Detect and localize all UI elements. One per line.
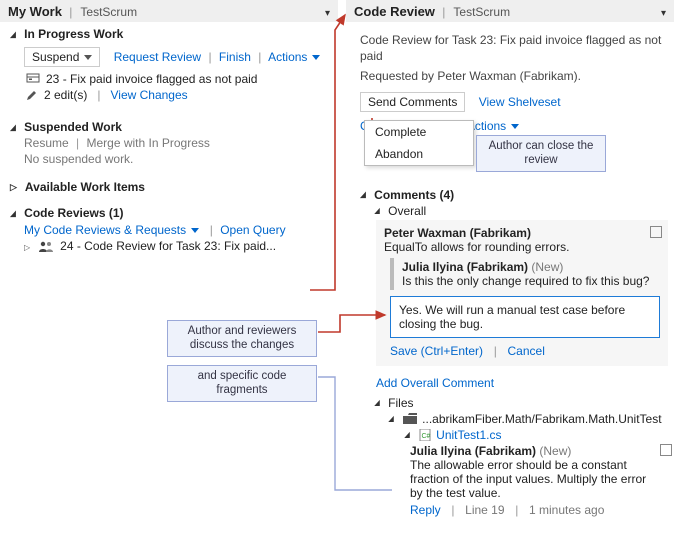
section-available[interactable]: Available Work Items bbox=[10, 180, 332, 194]
add-overall-comment-link[interactable]: Add Overall Comment bbox=[376, 376, 494, 390]
suspend-button[interactable]: Suspend bbox=[24, 47, 100, 67]
callout-close: Author can close the review bbox=[476, 135, 606, 172]
callout-fragments: and specific code fragments bbox=[167, 365, 317, 402]
my-work-header: My Work |TestScrum ▾ bbox=[0, 0, 338, 23]
send-comments-button[interactable]: Send Comments bbox=[360, 92, 465, 112]
resume-link: Resume bbox=[24, 136, 69, 150]
reply-textarea[interactable]: Yes. We will run a manual test case befo… bbox=[390, 296, 660, 338]
comment-author: Peter Waxman (Fabrikam) bbox=[384, 226, 531, 240]
expand-icon[interactable] bbox=[24, 239, 32, 253]
cancel-reply-link[interactable]: Cancel bbox=[508, 344, 545, 358]
workspace-name-right: TestScrum bbox=[453, 5, 510, 19]
code-review-title: Code Review bbox=[354, 4, 435, 19]
csharp-file-icon: C# bbox=[419, 429, 431, 441]
expand-icon[interactable] bbox=[404, 430, 414, 439]
new-badge: (New) bbox=[539, 444, 571, 458]
my-work-title: My Work bbox=[8, 4, 62, 19]
finish-link[interactable]: Finish bbox=[219, 50, 251, 64]
section-suspended[interactable]: Suspended Work bbox=[10, 120, 332, 134]
merge-link: Merge with In Progress bbox=[87, 136, 210, 150]
reply-comment-text: Is this the only change required to fix … bbox=[402, 274, 660, 288]
workspace-name: TestScrum bbox=[80, 5, 137, 19]
code-review-panel: Code Review |TestScrum ▾ Code Review for… bbox=[346, 0, 674, 521]
reply-link[interactable]: Reply bbox=[410, 503, 441, 517]
section-code-reviews[interactable]: Code Reviews (1) bbox=[10, 206, 332, 220]
file-comment-text: The allowable error should be a constant… bbox=[410, 458, 660, 500]
task-icon bbox=[26, 73, 40, 85]
code-review-icon bbox=[38, 240, 54, 252]
new-badge: (New) bbox=[531, 260, 563, 274]
pencil-icon bbox=[26, 89, 38, 101]
section-in-progress[interactable]: In Progress Work bbox=[10, 27, 332, 41]
request-review-link[interactable]: Request Review bbox=[114, 50, 201, 64]
view-changes-link[interactable]: View Changes bbox=[110, 88, 187, 102]
review-requester: Requested by Peter Waxman (Fabrikam). bbox=[360, 68, 668, 84]
review-item[interactable]: 24 - Code Review for Task 23: Fix paid..… bbox=[60, 239, 276, 253]
overall-heading[interactable]: Overall bbox=[374, 204, 668, 218]
code-review-header: Code Review |TestScrum ▾ bbox=[346, 0, 674, 23]
review-description: Code Review for Task 23: Fix paid invoic… bbox=[360, 32, 668, 64]
resolve-checkbox[interactable] bbox=[650, 226, 662, 238]
suspended-empty: No suspended work. bbox=[24, 152, 332, 166]
callout-discuss: Author and reviewers discuss the changes bbox=[167, 320, 317, 357]
file-comment-author: Julia Ilyina (Fabrikam) bbox=[410, 444, 536, 458]
close-review-dropdown: Complete Abandon bbox=[364, 120, 474, 166]
reply-author: Julia Ilyina (Fabrikam) bbox=[402, 260, 528, 274]
edits-count: 2 edit(s) bbox=[44, 88, 87, 102]
panel-menu-icon[interactable]: ▾ bbox=[661, 8, 666, 19]
open-query-link[interactable]: Open Query bbox=[220, 223, 285, 237]
svg-text:C#: C# bbox=[422, 433, 431, 440]
my-reviews-link[interactable]: My Code Reviews & Requests bbox=[24, 223, 199, 237]
timestamp: 1 minutes ago bbox=[529, 503, 604, 517]
panel-menu-icon[interactable]: ▾ bbox=[325, 8, 330, 19]
folder-path[interactable]: ...abrikamFiber.Math/Fabrikam.Math.UnitT… bbox=[422, 412, 661, 426]
file-link[interactable]: UnitTest1.cs bbox=[436, 428, 501, 442]
menu-complete[interactable]: Complete bbox=[365, 121, 473, 143]
file-comment: Julia Ilyina (Fabrikam) (New) The allowa… bbox=[410, 444, 668, 517]
my-work-panel: My Work |TestScrum ▾ In Progress Work Su… bbox=[0, 0, 338, 257]
folder-icon bbox=[403, 413, 417, 424]
actions-menu[interactable]: Actions bbox=[467, 119, 519, 133]
work-item[interactable]: 23 - Fix paid invoice flagged as not pai… bbox=[46, 72, 257, 86]
resolve-checkbox[interactable] bbox=[660, 444, 672, 456]
expand-icon[interactable] bbox=[388, 414, 398, 423]
comment-text: EqualTo allows for rounding errors. bbox=[384, 240, 660, 254]
menu-abandon[interactable]: Abandon bbox=[365, 143, 473, 165]
comments-heading[interactable]: Comments (4) bbox=[360, 188, 668, 202]
overall-comment-block: Peter Waxman (Fabrikam) EqualTo allows f… bbox=[376, 220, 668, 366]
view-shelveset-link[interactable]: View Shelveset bbox=[479, 95, 561, 109]
actions-link[interactable]: Actions bbox=[268, 50, 320, 64]
save-reply-link[interactable]: Save (Ctrl+Enter) bbox=[390, 344, 483, 358]
files-heading[interactable]: Files bbox=[374, 396, 668, 410]
line-ref: Line 19 bbox=[465, 503, 504, 517]
